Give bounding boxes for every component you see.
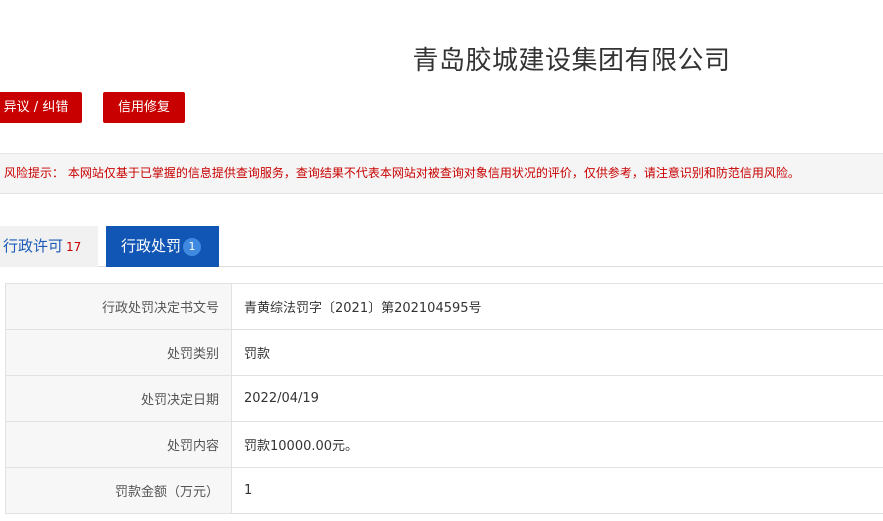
tab-label: 行政处罚 [121,237,182,255]
tab-count: 17 [66,240,82,254]
row-label: 处罚内容 [5,421,232,468]
table-row: 处罚决定日期 2022/04/19 [5,375,883,422]
row-label: 处罚决定日期 [5,375,232,422]
tab-count-badge: 1 [183,238,202,256]
tab-administrative-penalty[interactable]: 行政处罚 1 [106,226,219,267]
row-label: 处罚类别 [5,329,232,376]
tab-bar: 行政许可 17 行政处罚 1 [0,226,883,267]
row-value: 罚款10000.00元。 [231,421,883,468]
risk-notice: 风险提示： 本网站仅基于已掌握的信息提供查询服务，查询结果不代表本网站对被查询对… [0,153,883,194]
row-value: 1 [231,467,883,514]
objection-button[interactable]: 异议 / 纠错 [0,92,82,123]
row-label: 罚款金额（万元） [5,467,232,514]
row-value: 青黄综法罚字〔2021〕第202104595号 [231,283,883,330]
table-row: 处罚类别 罚款 [5,329,883,376]
table-row: 行政处罚决定书文号 青黄综法罚字〔2021〕第202104595号 [5,283,883,330]
company-title: 青岛胶城建设集团有限公司 [412,46,731,76]
table-row: 罚款金额（万元） 1 [5,467,883,514]
row-value: 2022/04/19 [231,375,883,422]
penalty-detail-table: 行政处罚决定书文号 青黄综法罚字〔2021〕第202104595号 处罚类别 罚… [5,283,883,514]
credit-repair-button[interactable]: 信用修复 [103,92,185,123]
row-value: 罚款 [231,329,883,376]
tab-label: 行政许可 [3,237,64,255]
tab-administrative-license[interactable]: 行政许可 17 [0,226,98,267]
table-row: 处罚内容 罚款10000.00元。 [5,421,883,468]
row-label: 行政处罚决定书文号 [5,283,232,330]
